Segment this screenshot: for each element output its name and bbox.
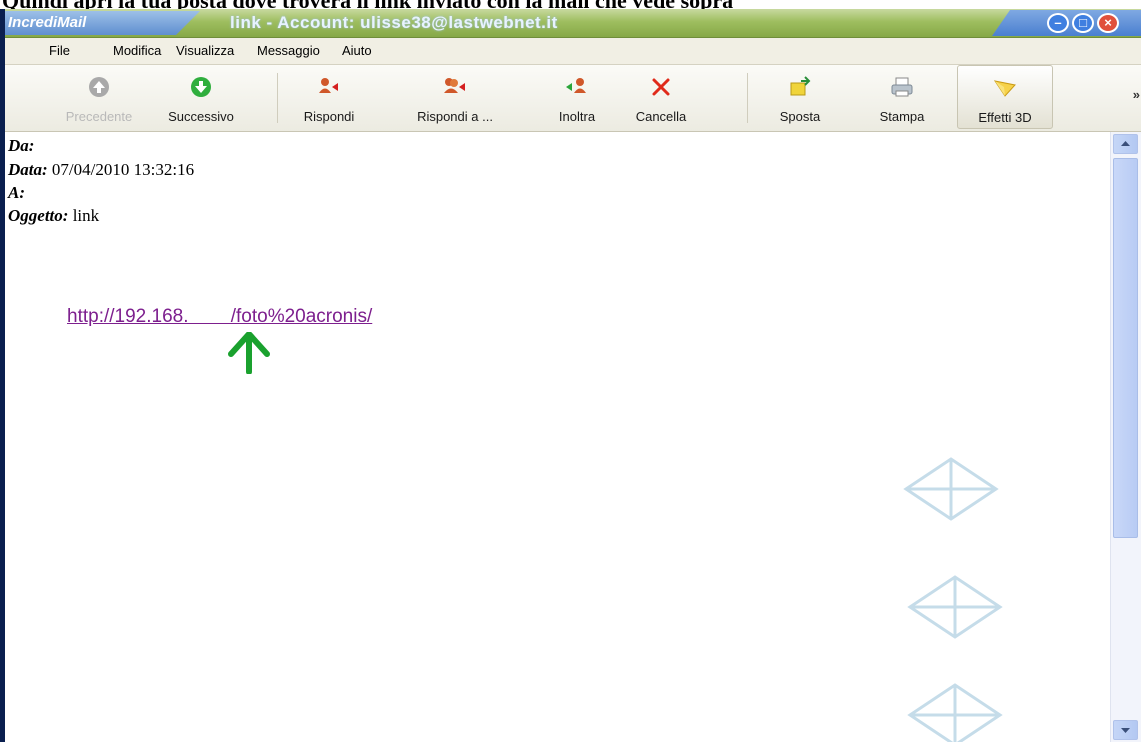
menu-modifica[interactable]: Modifica — [113, 43, 161, 58]
menu-messaggio[interactable]: Messaggio — [257, 43, 320, 58]
menu-bar: File Modifica Visualizza Messaggio Aiuto — [5, 38, 1141, 65]
green-up-arrow-icon — [228, 332, 270, 374]
scroll-up-button[interactable] — [1113, 134, 1138, 154]
scroll-down-button[interactable] — [1113, 720, 1138, 740]
move-icon — [790, 76, 811, 96]
previous-button[interactable]: Precedente — [57, 65, 141, 129]
reply-all-button[interactable]: Rispondi a ... — [403, 65, 507, 129]
scroll-down-icon — [1121, 728, 1130, 733]
from-row: Da: — [8, 136, 35, 155]
page-caption: Quindi apri la tua posta dove trovera il… — [2, 0, 1141, 9]
menu-visualizza[interactable]: Visualizza — [176, 43, 234, 58]
print-button[interactable]: Stampa — [869, 65, 935, 129]
toolbar-separator — [747, 73, 748, 123]
envelope-watermark-icon — [907, 575, 1003, 639]
menu-aiuto[interactable]: Aiuto — [342, 43, 372, 58]
next-button[interactable]: Successivo — [153, 65, 249, 129]
toolbar: Precedente Successivo Rispondi Rispondi … — [5, 65, 1141, 132]
move-button[interactable]: Sposta — [765, 65, 835, 129]
menu-file[interactable]: File — [49, 43, 70, 58]
toolbar-more-chevron[interactable]: » — [1133, 87, 1140, 102]
delete-icon — [652, 78, 670, 96]
to-row: A: — [8, 183, 25, 202]
forward-icon — [566, 78, 586, 93]
reply-all-icon — [444, 78, 465, 93]
effects-3d-button[interactable]: Effetti 3D — [957, 65, 1053, 129]
incredimail-logo: IncrediMail — [5, 11, 200, 35]
forward-button[interactable]: Inoltra — [547, 65, 607, 129]
vertical-scrollbar[interactable] — [1110, 132, 1141, 742]
effects-3d-icon — [993, 80, 1016, 97]
reply-button[interactable]: Rispondi — [293, 65, 365, 129]
delete-button[interactable]: Cancella — [619, 65, 703, 129]
mail-window: IncrediMail link - Account: ulisse38@las… — [0, 9, 1141, 742]
envelope-watermark-icon — [903, 457, 999, 521]
scroll-thumb[interactable] — [1113, 158, 1138, 538]
scroll-up-icon — [1121, 141, 1130, 146]
title-bar[interactable]: IncrediMail link - Account: ulisse38@las… — [5, 9, 1141, 38]
close-button[interactable]: × — [1097, 13, 1119, 33]
window-controls: – □ × — [992, 10, 1141, 36]
subject-row: Oggetto: link — [8, 206, 100, 225]
up-arrow-icon — [89, 77, 109, 97]
date-row: Data: 07/04/2010 13:32:16 — [8, 160, 195, 179]
down-arrow-icon — [191, 77, 211, 97]
maximize-button[interactable]: □ — [1072, 13, 1094, 33]
reply-icon — [319, 78, 338, 93]
message-body: Da: Data: 07/04/2010 13:32:16 A: Oggetto… — [5, 132, 1110, 742]
envelope-watermark-icon — [907, 683, 1003, 742]
print-icon — [891, 77, 913, 97]
toolbar-separator — [277, 73, 278, 123]
minimize-button[interactable]: – — [1047, 13, 1069, 33]
window-title: link - Account: ulisse38@lastwebnet.it — [230, 13, 558, 32]
message-link[interactable]: http://192.168. /foto%20acronis/ — [67, 306, 372, 328]
